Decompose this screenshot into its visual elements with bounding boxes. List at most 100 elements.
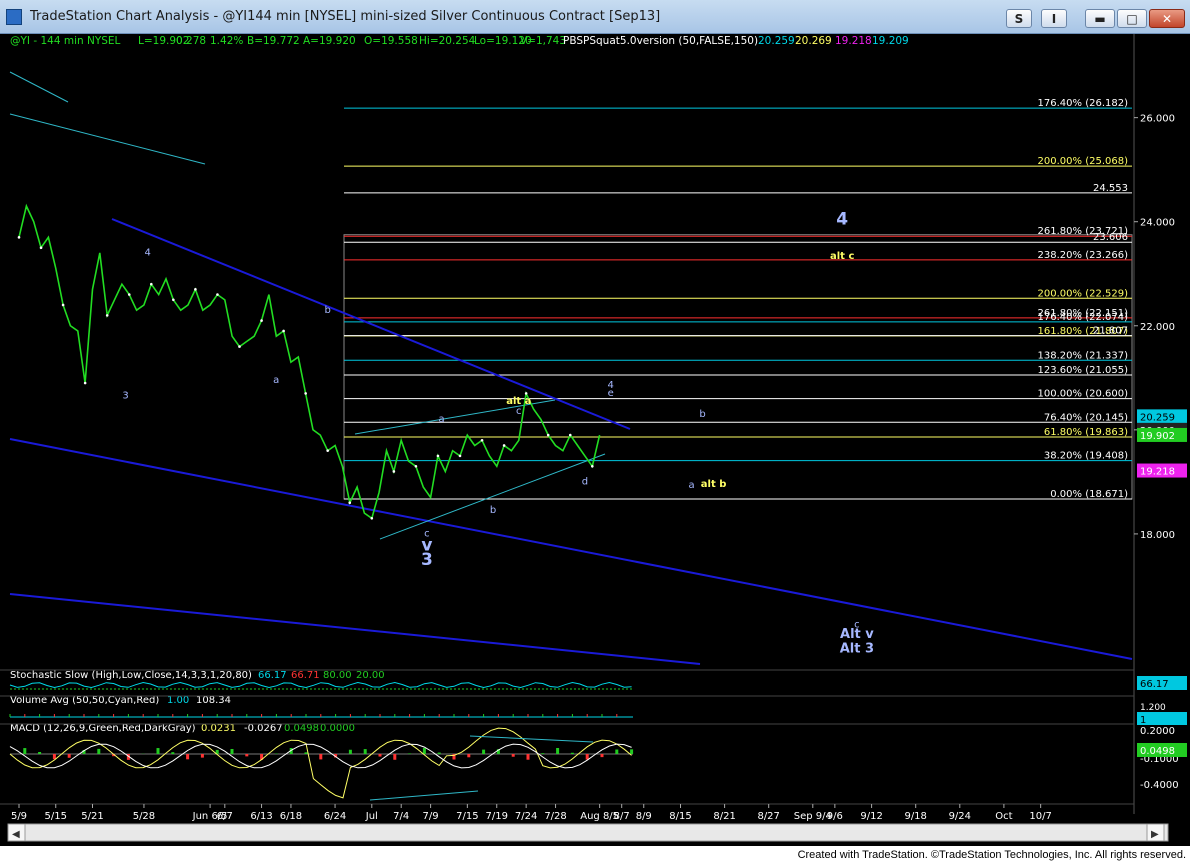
price-marker <box>480 438 484 442</box>
fib-level-label: 76.40% (20.145) <box>1044 412 1128 423</box>
stochastic-badge-label: 66.17 <box>1140 679 1169 690</box>
scroll-right-icon: ▶ <box>1151 829 1159 840</box>
time-tick-label: 7/19 <box>486 811 508 822</box>
header-study-3: 19.218 <box>835 35 872 47</box>
price-marker <box>546 433 550 437</box>
chart-svg[interactable]: @YI - 144 min NYSEL L=19.902 0.278 1.42%… <box>0 34 1190 846</box>
macd-badge-label: 0.0498 <box>1140 746 1175 757</box>
time-tick-label: Jul <box>365 811 378 822</box>
header-open: O=19.558 <box>364 35 418 47</box>
price-badge-label: 20.259 <box>1140 412 1175 423</box>
price-tick-label: 26.000 <box>1140 114 1175 125</box>
wave-label: alt b <box>701 479 727 490</box>
fib-level-label: 23.606 <box>1093 232 1128 243</box>
price-marker <box>172 298 175 302</box>
price-marker <box>568 433 572 437</box>
title-bar: TradeStation Chart Analysis - @YI144 min… <box>0 0 1190 34</box>
fib-level-label: 24.553 <box>1093 183 1128 194</box>
window-title: TradeStation Chart Analysis - @YI144 min… <box>30 9 661 24</box>
price-marker <box>304 392 307 395</box>
price-tick-label: 22.000 <box>1140 322 1175 333</box>
symbol-link-i-button[interactable]: I <box>1041 9 1067 28</box>
header-study: PBSPSquat5.0version (50,FALSE,150) <box>563 35 758 47</box>
wave-label: 4 <box>144 248 150 259</box>
price-marker <box>282 329 285 333</box>
wave-label: alt a <box>506 396 531 407</box>
price-marker <box>238 345 241 348</box>
time-tick-label: 8/27 <box>757 811 779 822</box>
price-marker <box>216 293 219 296</box>
header-study-1: 20.259 <box>758 35 795 47</box>
price-marker <box>61 303 65 307</box>
volume-value-2: 108.34 <box>196 695 231 706</box>
fib-level-label: 138.20% (21.337) <box>1038 350 1129 361</box>
macd-value-1: 0.0231 <box>201 723 236 734</box>
price-marker <box>83 381 87 385</box>
price-marker <box>150 282 153 286</box>
wave-label: Alt v <box>840 627 874 642</box>
price-badge-label: 19.218 <box>1140 467 1175 478</box>
wave-label: 3 <box>421 550 433 570</box>
horizontal-scrollbar[interactable]: ◀ ▶ <box>7 823 1169 842</box>
header-readout: @YI - 144 min NYSEL L=19.902 0.278 1.42%… <box>10 35 909 47</box>
price-marker <box>392 470 396 473</box>
time-tick-label: 7/24 <box>515 811 537 822</box>
stochastic-value-3: 80.00 <box>323 670 352 681</box>
wave-label: 4 <box>836 209 848 229</box>
volume-label: Volume Avg (50,50,Cyan,Red) <box>10 695 159 706</box>
macd-label: MACD (12,26,9,Green,Red,DarkGray) <box>10 723 196 734</box>
wave-label: 3 <box>122 391 128 402</box>
time-tick-label: 8/15 <box>669 811 691 822</box>
fib-level-label: 61.80% (19.863) <box>1044 427 1128 438</box>
time-tick-label: 6/24 <box>324 811 346 822</box>
time-tick-label: 5/15 <box>45 811 67 822</box>
maximize-button[interactable]: □ <box>1117 9 1147 28</box>
stochastic-value-1: 66.17 <box>258 670 287 681</box>
time-tick-label: 8/21 <box>713 811 735 822</box>
stochastic-value-4: 20.00 <box>356 670 385 681</box>
symbol-link-s-button[interactable]: S <box>1006 9 1032 28</box>
price-marker <box>502 444 506 447</box>
price-marker <box>194 288 197 291</box>
time-tick-label: 7/15 <box>456 811 478 822</box>
wave-label: Alt 3 <box>840 642 874 657</box>
time-tick-label: 5/28 <box>133 811 155 822</box>
header-change: 0.278 <box>176 35 206 47</box>
volume-badge-label: 1 <box>1140 715 1146 726</box>
chart-area[interactable]: @YI - 144 min NYSEL L=19.902 0.278 1.42%… <box>0 34 1190 846</box>
wave-label: b <box>325 305 331 316</box>
time-tick-label: 8/9 <box>636 811 652 822</box>
time-tick-label: 5/21 <box>81 811 103 822</box>
time-tick-label: 6/7 <box>217 811 233 822</box>
price-marker <box>260 319 263 322</box>
header-study-4: 19.209 <box>872 35 909 47</box>
volume-value-1: 1.00 <box>167 695 189 706</box>
price-marker <box>39 246 43 250</box>
price-marker <box>524 392 528 395</box>
fib-level-label: 200.00% (22.529) <box>1038 288 1129 299</box>
wave-label: c <box>516 406 522 417</box>
time-tick-label: 8/7 <box>614 811 630 822</box>
header-ask: A=19.920 <box>303 35 356 47</box>
header-study-2: 20.269 <box>795 35 832 47</box>
time-tick-label: 9/18 <box>904 811 926 822</box>
price-marker <box>127 293 131 296</box>
minimize-button[interactable]: ▬ <box>1085 9 1115 28</box>
wave-label: d <box>582 476 588 487</box>
header-symbol: @YI - 144 min NYSEL <box>10 35 121 47</box>
wave-label: a <box>439 414 445 425</box>
fib-level-label: 0.00% (18.671) <box>1050 489 1128 500</box>
time-tick-label: 10/7 <box>1029 811 1051 822</box>
macd-tick-label: 0.2000 <box>1140 726 1175 737</box>
scroll-left-icon: ◀ <box>12 829 20 840</box>
close-button[interactable]: ✕ <box>1149 9 1185 28</box>
header-volume: V=1,743 <box>520 35 566 47</box>
wave-label: a <box>688 480 694 491</box>
fib-level-label: 100.00% (20.600) <box>1038 389 1129 400</box>
header-bid: B=19.772 <box>247 35 300 47</box>
macd-tick-label: -0.4000 <box>1140 780 1179 791</box>
wave-label: alt c <box>830 251 854 262</box>
macd-value-3: 0.0498 <box>284 723 319 734</box>
fib-level-label: 21.807 <box>1093 326 1128 337</box>
wave-label: b <box>490 505 496 516</box>
